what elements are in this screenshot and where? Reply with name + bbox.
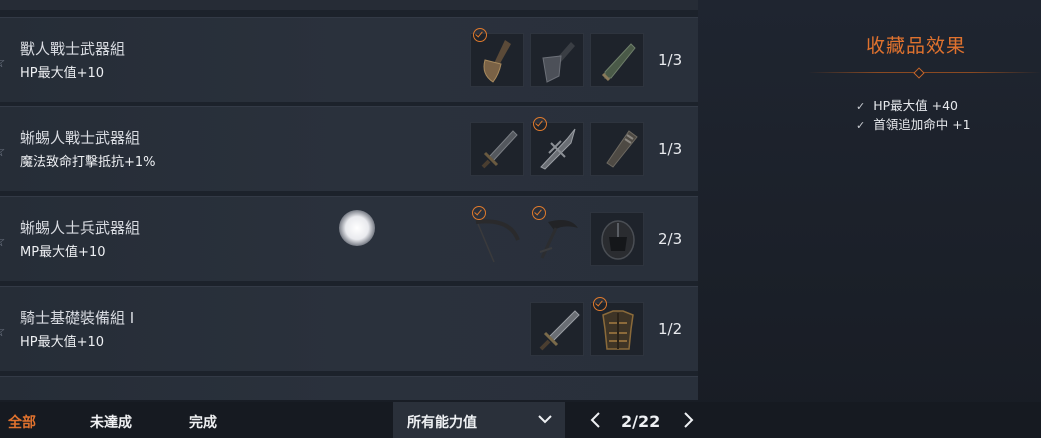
lizardman-spear-icon (540, 128, 576, 170)
collected-check-icon (532, 206, 546, 220)
chevron-left-icon[interactable] (589, 411, 603, 429)
collected-check-icon (533, 117, 547, 131)
item-slot[interactable] (590, 297, 644, 356)
collection-progress: 1/3 (658, 51, 683, 69)
previous-row-edge (0, 0, 698, 10)
collection-row[interactable]: ☆ 騎士基礎裝備組 I HP最大值+10 1/2 (0, 286, 698, 371)
knight-armor-icon (602, 310, 634, 350)
orc-dagger-icon (601, 43, 636, 82)
filter-tab-incomplete[interactable]: 未達成 (90, 412, 132, 432)
collection-name: 蜥蜴人戰士武器組 (20, 129, 141, 147)
item-slot[interactable] (530, 206, 584, 266)
knight-sword-icon (539, 310, 580, 351)
filter-tab-all[interactable]: 全部 (8, 412, 36, 432)
collection-row[interactable]: ☆ 獸人戰士武器組 HP最大值+10 1/3 (0, 17, 698, 102)
item-slot[interactable] (470, 122, 524, 176)
filter-tab-complete[interactable]: 完成 (189, 412, 217, 432)
collection-effect: MP最大值+10 (20, 245, 106, 260)
item-slot[interactable] (530, 302, 584, 356)
stat-filter-value: 所有能力值 (407, 415, 477, 431)
collection-effect: HP最大值+10 (20, 66, 105, 81)
effect-item: ✓ 首領追加命中 +1 (856, 117, 971, 132)
touch-cursor (339, 210, 375, 246)
favorite-star-icon[interactable]: ☆ (0, 54, 8, 70)
collection-name: 獸人戰士武器組 (20, 40, 126, 58)
collection-name: 騎士基礎裝備組 I (20, 309, 135, 327)
divider-diamond-icon (913, 67, 925, 79)
chevron-right-icon[interactable] (681, 411, 695, 429)
orc-axe-icon (483, 40, 511, 83)
page-indicator: 2/22 (621, 412, 661, 431)
collected-check-icon (472, 206, 486, 220)
bottom-bar: 全部 未達成 完成 所有能力值 2/22 (0, 402, 1041, 438)
collected-check-icon (593, 297, 607, 311)
lizardman-helmet-icon (601, 220, 635, 260)
collected-check-icon (473, 28, 487, 42)
lizardman-scythe-icon (539, 220, 578, 259)
collection-list: ☆ 獸人戰士武器組 HP最大值+10 1/3 ☆ 蜥蜴人戰士武器組 (0, 0, 698, 400)
collection-row[interactable] (0, 376, 698, 400)
item-slot[interactable] (590, 212, 644, 266)
check-icon: ✓ (856, 100, 866, 113)
item-slot[interactable] (530, 33, 584, 87)
favorite-star-icon[interactable]: ☆ (0, 233, 8, 249)
lizardman-bow-icon (475, 219, 520, 263)
collection-effect: 魔法致命打擊抵抗+1% (20, 155, 156, 170)
item-slot[interactable] (470, 28, 524, 87)
check-icon: ✓ (856, 119, 866, 132)
lizardman-club-icon (606, 130, 638, 168)
item-slot[interactable] (590, 33, 644, 87)
chevron-down-icon (538, 415, 552, 424)
collection-row[interactable]: ☆ 蜥蜴人戰士武器組 魔法致命打擊抵抗+1% 1/3 (0, 106, 698, 191)
lizardman-sword-icon (481, 130, 518, 169)
item-slot[interactable] (530, 117, 584, 176)
item-slot[interactable] (470, 206, 524, 266)
collection-effects-list: ✓ HP最大值 +40 ✓ 首領追加命中 +1 (856, 96, 971, 134)
orc-cleaver-icon (542, 42, 575, 83)
favorite-star-icon[interactable]: ☆ (0, 143, 8, 159)
collection-progress: 1/3 (658, 140, 683, 158)
collection-progress: 1/2 (658, 320, 683, 338)
collection-effects-title: 收藏品效果 (866, 35, 967, 57)
effect-item: ✓ HP最大值 +40 (856, 98, 959, 113)
collection-name: 蜥蜴人士兵武器組 (20, 219, 141, 237)
stat-filter-dropdown[interactable]: 所有能力值 (393, 402, 565, 438)
favorite-star-icon[interactable]: ☆ (0, 323, 8, 339)
collection-progress: 2/3 (658, 230, 683, 248)
item-slot[interactable] (590, 122, 644, 176)
collection-effect: HP最大值+10 (20, 335, 105, 350)
